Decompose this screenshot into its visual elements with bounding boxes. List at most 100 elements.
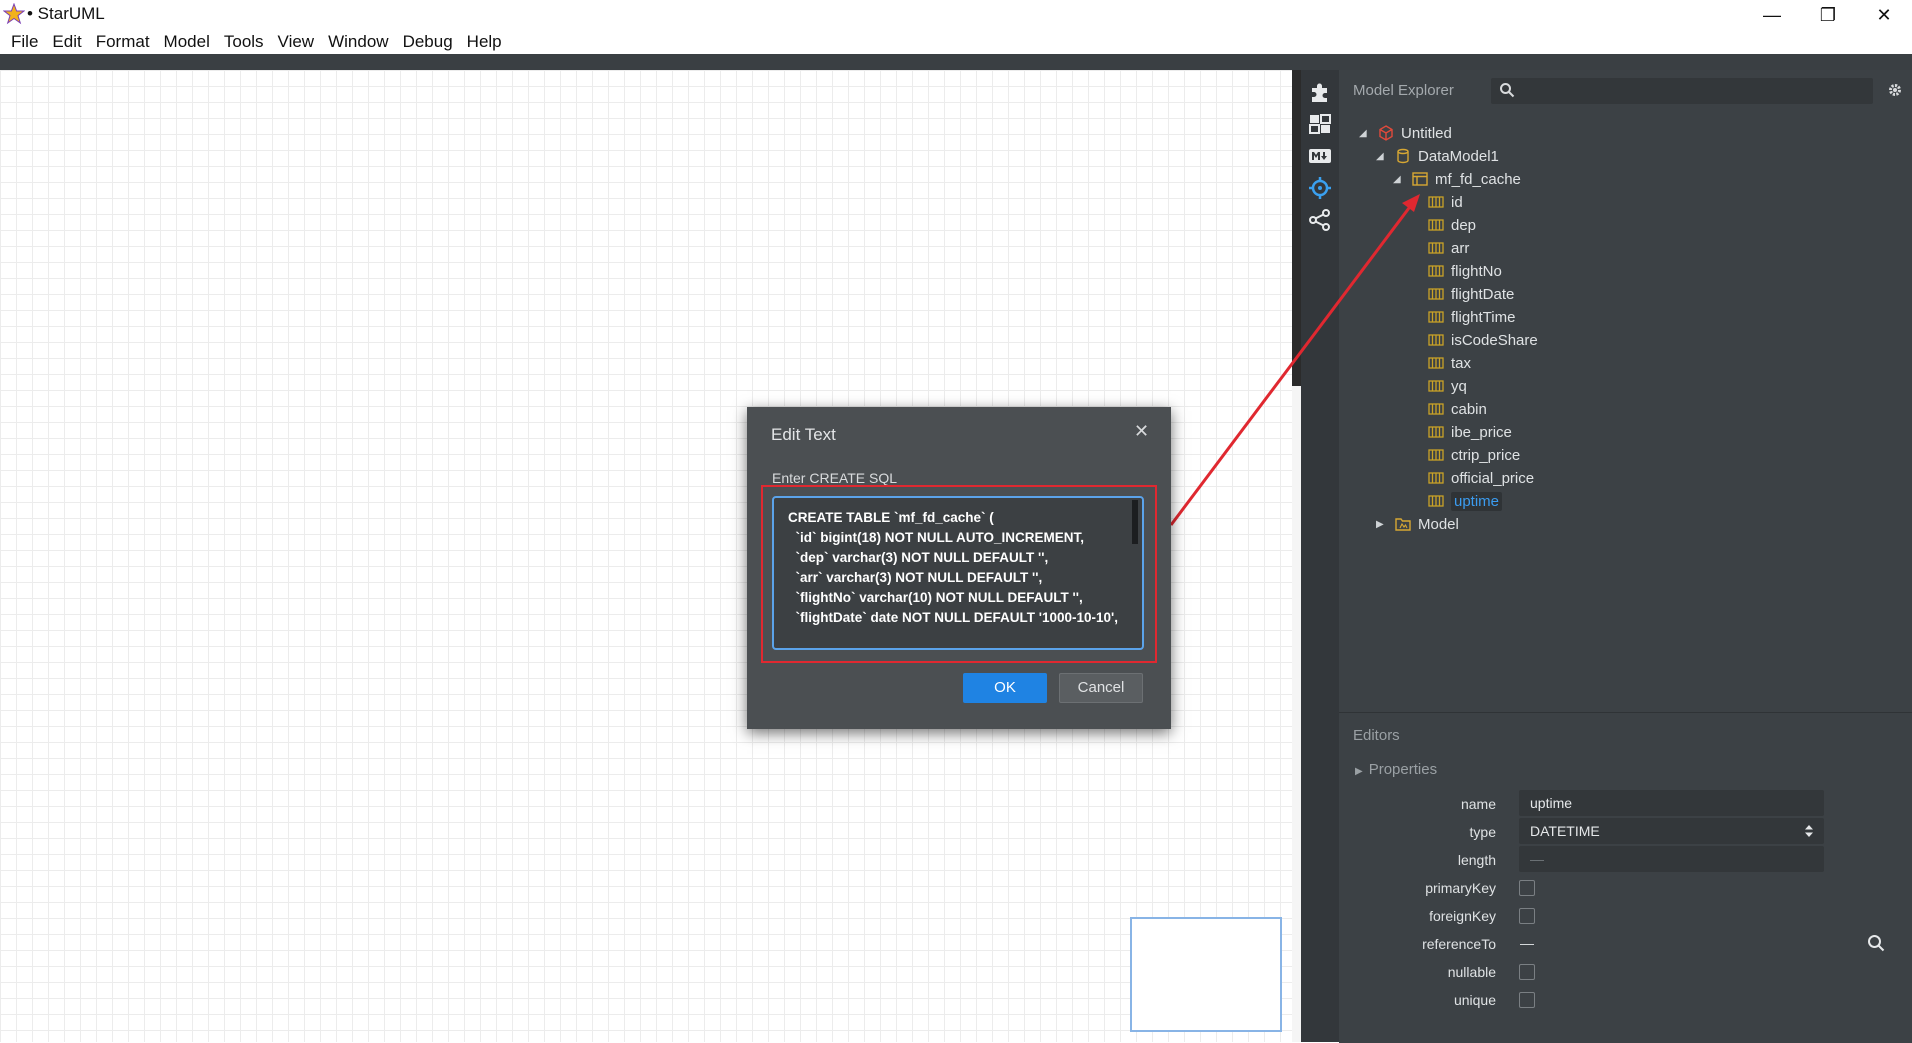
properties-section-toggle[interactable]: ▶ Properties — [1355, 761, 1437, 778]
select-updown-icon — [1805, 825, 1813, 837]
expanded-arrow-icon[interactable]: ◢ — [1359, 128, 1369, 139]
tree-node-column-yq[interactable]: yq — [1427, 374, 1467, 398]
extensions-puzzle-icon[interactable] — [1308, 80, 1332, 104]
staruml-logo-icon — [3, 3, 25, 25]
property-row-type: type DATETIME — [1339, 818, 1912, 846]
column-icon — [1427, 240, 1445, 256]
diagram-minimap[interactable] — [1130, 917, 1282, 1032]
menu-window[interactable]: Window — [321, 30, 395, 54]
tree-label: official_price — [1451, 469, 1535, 487]
maximize-button[interactable]: ❐ — [1800, 0, 1856, 30]
property-label: nullable — [1447, 964, 1496, 980]
referenceto-value: — — [1520, 935, 1534, 951]
property-label: type — [1469, 824, 1496, 840]
markdown-icon[interactable] — [1308, 144, 1332, 168]
layout-icon[interactable] — [1308, 112, 1332, 136]
tree-node-column-cabin[interactable]: cabin — [1427, 397, 1487, 421]
model-explorer-search-input[interactable] — [1491, 78, 1873, 104]
column-icon — [1427, 401, 1445, 417]
toolbar-strip — [0, 54, 1912, 70]
properties-title: Properties — [1368, 761, 1438, 778]
dialog-prompt: Enter CREATE SQL — [772, 470, 898, 486]
foreignkey-checkbox[interactable] — [1519, 908, 1535, 924]
tree-node-column-uptime[interactable]: uptime — [1427, 489, 1503, 513]
tree-node-column-flightno[interactable]: flightNo — [1427, 259, 1502, 283]
property-label: unique — [1453, 992, 1496, 1008]
tree-label: cabin — [1451, 400, 1487, 418]
model-explorer-title: Model Explorer — [1353, 82, 1454, 99]
menu-model[interactable]: Model — [157, 30, 217, 54]
column-icon — [1427, 194, 1445, 210]
expanded-arrow-icon[interactable]: ◢ — [1376, 151, 1386, 162]
column-icon — [1427, 378, 1445, 394]
tree-label: DataModel1 — [1418, 147, 1499, 165]
cancel-button[interactable]: Cancel — [1059, 673, 1143, 703]
property-label: name — [1460, 796, 1496, 812]
canvas-vertical-scrollbar[interactable] — [1292, 70, 1301, 1042]
collapsed-arrow-icon[interactable]: ▶ — [1376, 519, 1386, 530]
column-icon — [1427, 493, 1445, 509]
primarykey-checkbox[interactable] — [1519, 880, 1535, 896]
length-field[interactable]: — — [1519, 846, 1824, 872]
column-icon — [1427, 447, 1445, 463]
tree-label: ctrip_price — [1451, 446, 1521, 464]
expanded-arrow-icon[interactable]: ◢ — [1393, 174, 1403, 185]
search-icon — [1500, 83, 1515, 98]
property-row-foreignkey: foreignKey — [1339, 902, 1912, 930]
property-row-name: name uptime — [1339, 790, 1912, 818]
textarea-scrollbar-thumb[interactable] — [1132, 500, 1138, 544]
share-icon[interactable] — [1308, 208, 1332, 232]
menu-edit[interactable]: Edit — [45, 30, 88, 54]
property-row-referenceto: referenceTo — — [1339, 930, 1912, 958]
column-icon — [1427, 309, 1445, 325]
tree-node-column-flighttime[interactable]: flightTime — [1427, 305, 1515, 329]
type-select-value: DATETIME — [1530, 823, 1600, 839]
close-window-button[interactable]: ✕ — [1856, 0, 1912, 30]
property-label: referenceTo — [1422, 936, 1496, 952]
column-icon — [1427, 332, 1445, 348]
column-icon — [1427, 355, 1445, 371]
tree-node-model[interactable]: ▶ Model — [1376, 512, 1459, 536]
tree-node-column-flightdate[interactable]: flightDate — [1427, 282, 1514, 306]
scrollbar-thumb[interactable] — [1292, 70, 1301, 386]
tree-node-column-iscodeshare[interactable]: isCodeShare — [1427, 328, 1538, 352]
tree-node-column-official-price[interactable]: official_price — [1427, 466, 1534, 490]
tree-label: tax — [1451, 354, 1472, 372]
tree-node-project[interactable]: ◢ Untitled — [1359, 121, 1452, 145]
tree-node-column-arr[interactable]: arr — [1427, 236, 1469, 260]
nullable-checkbox[interactable] — [1519, 964, 1535, 980]
property-label: length — [1457, 852, 1496, 868]
menu-tools[interactable]: Tools — [217, 30, 271, 54]
property-row-unique: unique — [1339, 986, 1912, 1014]
ok-button[interactable]: OK — [963, 673, 1047, 703]
tree-node-column-tax[interactable]: tax — [1427, 351, 1471, 375]
tree-node-table[interactable]: ◢ mf_fd_cache — [1393, 167, 1521, 191]
name-field[interactable]: uptime — [1519, 790, 1824, 816]
navigator-crosshair-icon[interactable] — [1308, 176, 1332, 200]
tree-node-column-ibe-price[interactable]: ibe_price — [1427, 420, 1512, 444]
menu-debug[interactable]: Debug — [396, 30, 460, 54]
close-icon[interactable]: ✕ — [1134, 421, 1149, 442]
menu-format[interactable]: Format — [89, 30, 157, 54]
tree-label: arr — [1451, 239, 1470, 257]
tree-node-datamodel[interactable]: ◢ DataModel1 — [1376, 144, 1499, 168]
tree-node-column-id[interactable]: id — [1427, 190, 1463, 214]
minimize-button[interactable]: — — [1744, 0, 1800, 30]
tree-label: flightTime — [1451, 308, 1516, 326]
tree-node-column-dep[interactable]: dep — [1427, 213, 1476, 237]
menu-file[interactable]: File — [4, 30, 45, 54]
model-folder-icon — [1394, 516, 1412, 532]
search-icon[interactable] — [1867, 934, 1885, 952]
unique-checkbox[interactable] — [1519, 992, 1535, 1008]
tree-node-column-ctrip-price[interactable]: ctrip_price — [1427, 443, 1520, 467]
type-select[interactable]: DATETIME — [1519, 818, 1824, 844]
property-row-nullable: nullable — [1339, 958, 1912, 986]
menu-help[interactable]: Help — [460, 30, 509, 54]
datamodel-cylinder-icon — [1394, 148, 1412, 164]
window-title: • StarUML — [27, 4, 105, 23]
gear-icon[interactable] — [1887, 82, 1903, 98]
caret-right-icon: ▶ — [1355, 766, 1363, 777]
sql-textarea[interactable]: CREATE TABLE `mf_fd_cache` ( `id` bigint… — [772, 496, 1144, 650]
property-label: primaryKey — [1425, 880, 1496, 896]
menu-view[interactable]: View — [271, 30, 322, 54]
